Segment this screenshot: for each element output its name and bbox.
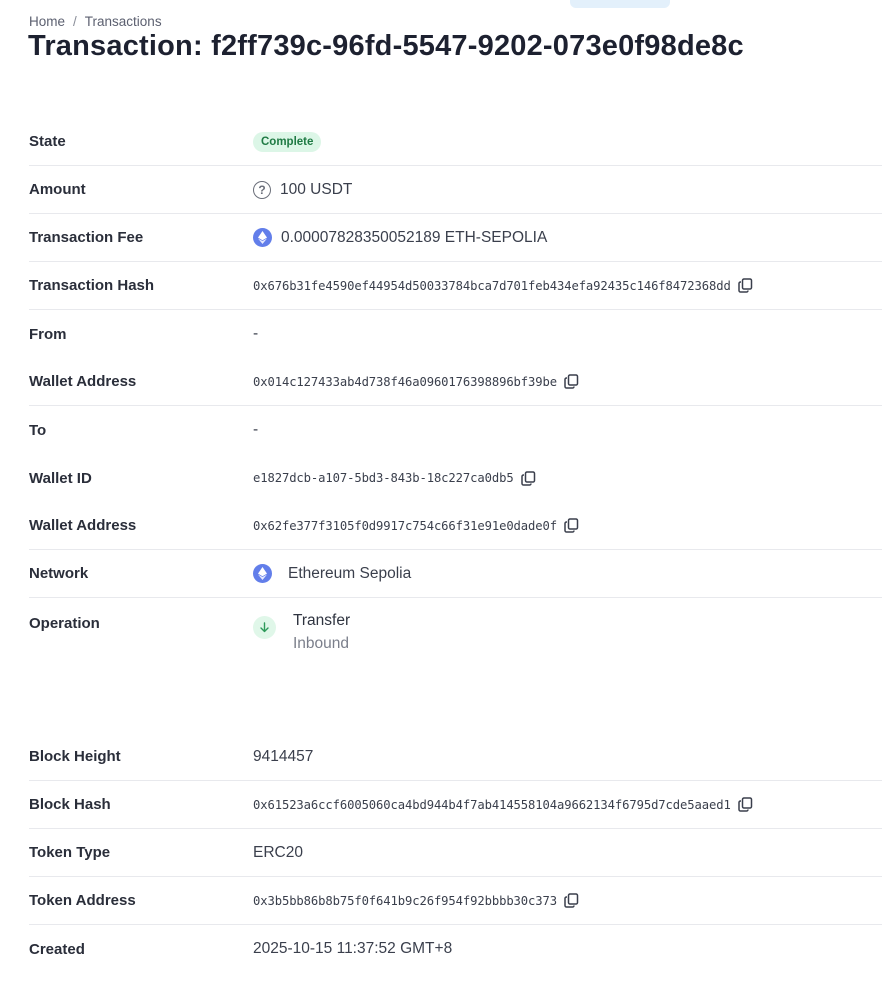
detail-row-from-wallet-address: Wallet Address 0x014c127433ab4d738f46a09…	[29, 358, 882, 406]
fee-value: 0.00007828350052189 ETH-SEPOLIA	[281, 228, 548, 246]
state-label: State	[29, 133, 66, 150]
status-badge: Complete	[253, 131, 322, 152]
block-hash-value: 0x61523a6ccf6005060ca4bd944b4f7ab4145581…	[253, 797, 731, 812]
from-label: From	[29, 325, 67, 343]
detail-row-to-wallet-address: Wallet Address 0x62fe377f3105f0d9917c754…	[29, 502, 882, 550]
detail-row-to: To -	[29, 406, 882, 454]
transaction-details: State Complete Amount ? 100 USDT Transac…	[29, 118, 882, 678]
page-title: Transaction: f2ff739c-96fd-5547-9202-073…	[28, 30, 744, 62]
copy-icon[interactable]	[737, 278, 753, 293]
tx-hash-value: 0x676b31fe4590ef44954d50033784bca7d701fe…	[253, 278, 731, 293]
token-address-value: 0x3b5bb86b8b75f0f641b9c26f954f92bbbb30c3…	[253, 893, 557, 908]
top-tab-indicator	[570, 0, 670, 8]
detail-row-block-hash: Block Hash 0x61523a6ccf6005060ca4bd944b4…	[29, 781, 882, 829]
ethereum-icon	[253, 564, 272, 583]
detail-row-fee: Transaction Fee 0.00007828350052189 ETH-…	[29, 214, 882, 262]
to-wallet-address-value: 0x62fe377f3105f0d9917c754c66f31e91e0dade…	[253, 518, 557, 533]
from-value: -	[253, 325, 259, 342]
detail-row-tx-hash: Transaction Hash 0x676b31fe4590ef44954d5…	[29, 262, 882, 310]
detail-row-created: Created 2025-10-15 11:37:52 GMT+8	[29, 925, 882, 973]
from-wallet-address-label: Wallet Address	[29, 373, 137, 390]
ethereum-icon	[253, 228, 272, 247]
to-wallet-address-label: Wallet Address	[29, 517, 137, 534]
operation-value: Transfer	[293, 612, 351, 629]
block-details: Block Height 9414457 Block Hash 0x61523a…	[29, 733, 882, 973]
arrow-down-icon	[253, 616, 276, 639]
copy-icon[interactable]	[564, 893, 579, 908]
token-type-label: Token Type	[29, 844, 111, 861]
question-icon: ?	[253, 180, 271, 199]
copy-icon[interactable]	[564, 518, 579, 533]
fee-label: Transaction Fee	[29, 229, 144, 246]
copy-icon[interactable]	[520, 470, 536, 486]
detail-row-wallet-id: Wallet ID e1827dcb-a107-5bd3-843b-18c227…	[29, 454, 882, 502]
operation-label: Operation	[29, 615, 100, 632]
detail-row-amount: Amount ? 100 USDT	[29, 166, 882, 214]
from-wallet-address-value: 0x014c127433ab4d738f46a0960176398896bf39…	[253, 374, 557, 389]
amount-label: Amount	[29, 181, 86, 198]
detail-row-state: State Complete	[29, 118, 882, 166]
breadcrumb-home-link[interactable]: Home	[29, 14, 65, 29]
breadcrumb-transactions-link[interactable]: Transactions	[85, 14, 162, 29]
detail-row-token-type: Token Type ERC20	[29, 829, 882, 877]
breadcrumb: Home / Transactions	[29, 14, 162, 29]
token-address-label: Token Address	[29, 892, 136, 909]
wallet-id-value: e1827dcb-a107-5bd3-843b-18c227ca0db5	[253, 471, 514, 485]
to-label: To	[29, 421, 47, 439]
amount-value: 100 USDT	[280, 180, 353, 198]
copy-icon[interactable]	[564, 374, 579, 389]
created-label: Created	[29, 940, 85, 958]
token-type-value: ERC20	[253, 843, 303, 861]
network-label: Network	[29, 565, 89, 582]
block-hash-label: Block Hash	[29, 796, 111, 813]
breadcrumb-separator: /	[73, 14, 77, 29]
tx-hash-label: Transaction Hash	[29, 277, 155, 294]
detail-row-operation: Operation Transfer Inbound	[29, 598, 882, 678]
block-height-label: Block Height	[29, 748, 121, 765]
detail-row-token-address: Token Address 0x3b5bb86b8b75f0f641b9c26f…	[29, 877, 882, 925]
block-height-value: 9414457	[253, 747, 314, 765]
created-value: 2025-10-15 11:37:52 GMT+8	[253, 940, 453, 957]
to-value: -	[253, 421, 259, 438]
detail-row-network: Network Ethereum Sepolia	[29, 550, 882, 598]
wallet-id-label: Wallet ID	[29, 469, 92, 487]
detail-row-from: From -	[29, 310, 882, 358]
copy-icon[interactable]	[737, 797, 753, 812]
operation-direction: Inbound	[293, 635, 350, 652]
detail-row-block-height: Block Height 9414457	[29, 733, 882, 781]
network-value: Ethereum Sepolia	[288, 564, 412, 582]
